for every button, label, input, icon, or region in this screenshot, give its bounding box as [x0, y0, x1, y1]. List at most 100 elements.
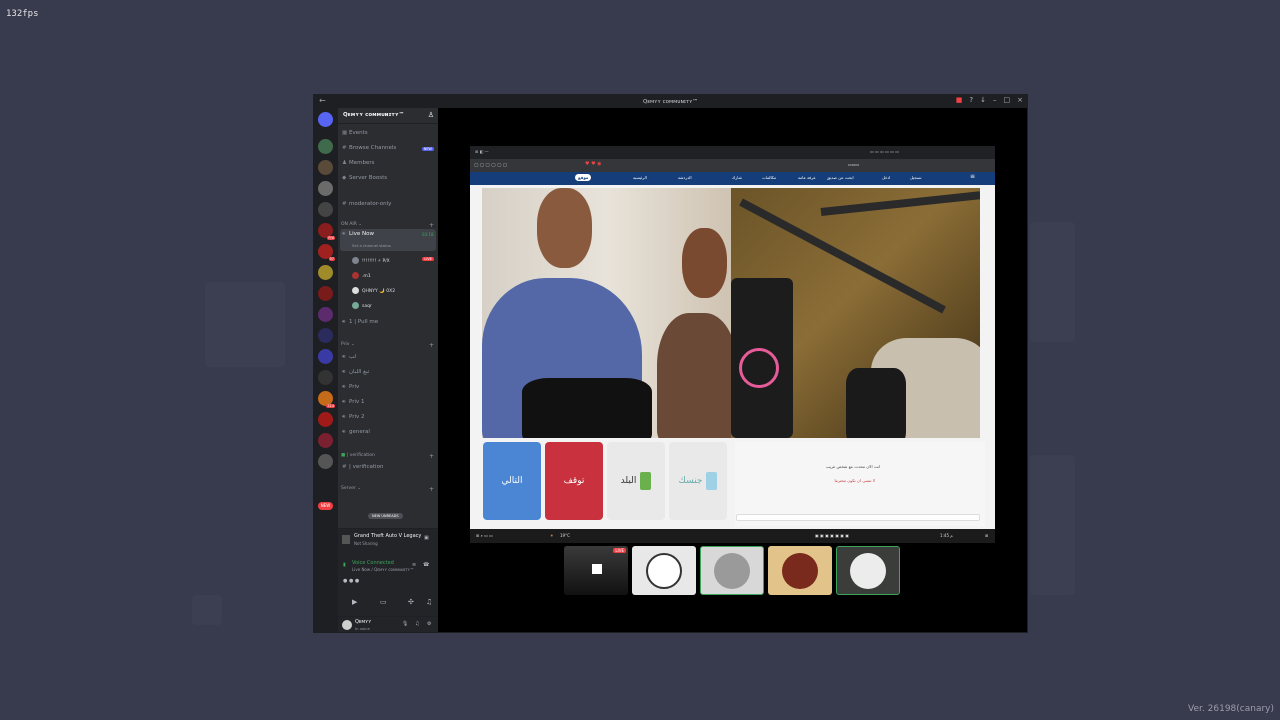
- new-unreads-pill[interactable]: NEW UNREADS: [368, 513, 403, 519]
- server-icon[interactable]: [318, 328, 333, 343]
- sidebar-item-browse-channels[interactable]: # Browse Channels: [342, 145, 396, 151]
- category-on-air[interactable]: ON AIR ⌄ +: [341, 222, 434, 229]
- sidebar-item-server-boosts[interactable]: ◆ Server Boosts: [342, 175, 387, 181]
- server-icon[interactable]: [318, 265, 333, 280]
- settings-gear-icon[interactable]: ⚙: [427, 621, 431, 627]
- hash-icon: #: [342, 201, 347, 207]
- server-icon[interactable]: 214: [318, 391, 335, 408]
- game-status: Not Sharing: [354, 541, 378, 546]
- voice-channel[interactable]: 🔊︎ لب: [342, 354, 356, 361]
- title-bar: ← Qᴇᴍʏʏ ᴄᴏᴍᴍᴜɴɪᴛʏ™ ■ ? ↓ – □ ×: [314, 95, 1027, 108]
- site-nav-link: ابحث عن صديق: [827, 175, 854, 180]
- site-nav-link: تسجيل: [910, 175, 922, 180]
- voice-user[interactable]: !!!!!!!! ⚡ P/X: [352, 257, 390, 264]
- voice-avatars: ● ● ●: [343, 578, 360, 584]
- site-nav: موقع الرئيسية الدردشة شارك مكالمات غرفة …: [470, 172, 995, 185]
- extension-icons: ♥ ♥ ◉: [585, 161, 602, 167]
- share-icon[interactable]: ▣: [424, 535, 429, 541]
- add-channel-icon[interactable]: +: [429, 486, 434, 493]
- server-icon[interactable]: [318, 181, 333, 196]
- window-title: Qᴇᴍʏʏ ᴄᴏᴍᴍᴜɴɪᴛʏ™: [642, 98, 699, 105]
- disconnect-icon[interactable]: ☎: [423, 562, 429, 568]
- sidebar-item-events[interactable]: ▦ Events: [342, 130, 368, 136]
- server-icon[interactable]: [318, 160, 333, 175]
- add-channel-icon[interactable]: +: [429, 342, 434, 349]
- participant-tile[interactable]: [836, 546, 900, 595]
- server-icon[interactable]: [318, 307, 333, 322]
- server-icon[interactable]: [318, 370, 333, 385]
- voice-user[interactable]: QHNYY 🌙 0X2: [352, 287, 395, 294]
- channel-moderator-only[interactable]: # moderator-only: [342, 201, 391, 207]
- calendar-icon: ▦: [342, 130, 348, 136]
- help-icon[interactable]: ?: [969, 96, 973, 104]
- game-icon: [342, 535, 350, 544]
- home-icon[interactable]: [318, 112, 333, 127]
- shared-screen[interactable]: ⊞ ◧ — ▭ ▭ ▭ ▭ ▭ ▭ ◯ ◯ ◯ ◯ ◯ ◯ ♥ ♥ ◉ ▭▭▭ …: [470, 146, 995, 543]
- members-icon: ♟: [342, 160, 347, 166]
- server-icon[interactable]: [318, 202, 333, 217]
- minimize-button[interactable]: –: [993, 96, 997, 104]
- server-icon[interactable]: [318, 433, 333, 448]
- server-rail: P/X 97 214 NEW: [314, 108, 338, 632]
- screen-share-icon[interactable]: ▭: [380, 598, 387, 606]
- site-nav-link: شارك: [732, 175, 742, 180]
- stream-view[interactable]: ⊞ ◧ — ▭ ▭ ▭ ▭ ▭ ▭ ◯ ◯ ◯ ◯ ◯ ◯ ♥ ♥ ◉ ▭▭▭ …: [438, 108, 1027, 632]
- next-button: التالي: [483, 442, 541, 520]
- add-channel-icon[interactable]: +: [429, 453, 434, 460]
- maximize-button[interactable]: □: [1004, 96, 1011, 104]
- voice-channel-name[interactable]: Live Now / Qᴇᴍʏʏ ᴄᴏᴍᴍᴜɴɪᴛʏ™: [352, 567, 414, 572]
- microphone-icon[interactable]: 🎙︎: [402, 621, 408, 627]
- speaker-icon: 🔊︎: [342, 369, 346, 375]
- add-member-icon[interactable]: ♙: [428, 111, 434, 119]
- channel-status[interactable]: Set a channel status: [352, 243, 391, 248]
- voice-channel[interactable]: 🔊︎ general: [342, 429, 370, 436]
- server-icon[interactable]: 97: [318, 244, 335, 261]
- signal-icon[interactable]: ▮: [343, 562, 346, 568]
- new-server-badge[interactable]: NEW: [318, 502, 333, 510]
- category-verification[interactable]: ■ | verification +: [341, 453, 434, 460]
- inbox-icon[interactable]: ■: [956, 96, 963, 104]
- speaker-icon: 🔊︎: [342, 354, 346, 360]
- participant-tile[interactable]: [700, 546, 764, 595]
- video-icon[interactable]: ▶: [352, 598, 357, 606]
- server-icon[interactable]: P/X: [318, 223, 335, 240]
- close-button[interactable]: ×: [1017, 96, 1023, 104]
- add-channel-icon[interactable]: +: [429, 222, 434, 229]
- participant-tile-stream[interactable]: LIVE: [564, 546, 628, 595]
- server-icon[interactable]: [318, 286, 333, 301]
- server-icon[interactable]: [318, 454, 333, 469]
- voice-channel[interactable]: 🔊︎ تبغ اللبان: [342, 369, 369, 376]
- server-name-header[interactable]: Qᴇᴍʏʏ ᴄᴏᴍᴍᴜɴɪᴛʏ™ ♙: [338, 108, 438, 124]
- person-figure: [537, 188, 592, 268]
- server-icon[interactable]: [318, 349, 333, 364]
- voice-channel[interactable]: 🔊︎ Priv: [342, 384, 359, 391]
- soundboard-icon[interactable]: ♫: [426, 598, 432, 606]
- server-icon[interactable]: [318, 412, 333, 427]
- participant-tile[interactable]: [768, 546, 832, 595]
- voice-user[interactable]: saqr: [352, 302, 372, 309]
- sidebar-item-members[interactable]: ♟ Members: [342, 160, 375, 166]
- headphones-icon[interactable]: ♫: [415, 621, 419, 627]
- taskbar-apps: ▣ ▣ ▣ ▣ ▣ ▣ ▣: [815, 533, 850, 538]
- download-icon[interactable]: ↓: [980, 96, 986, 104]
- category-server[interactable]: Server ⌄ +: [341, 486, 434, 493]
- channel-pull-me[interactable]: 🔊︎ 1 | Pull me: [342, 319, 378, 326]
- avatar: [352, 257, 359, 264]
- speaker-icon: 🔊︎: [342, 319, 346, 325]
- site-nav-link: الرئيسية: [633, 175, 647, 180]
- window-controls: ■ ? ↓ – □ ×: [956, 96, 1023, 104]
- channel-verification[interactable]: # | verification: [342, 464, 383, 470]
- voice-channel[interactable]: 🔊︎ Priv 2: [342, 414, 365, 421]
- server-name: Qᴇᴍʏʏ ᴄᴏᴍᴍᴜɴɪᴛʏ™: [343, 112, 405, 118]
- microphone-sticker: [739, 348, 779, 388]
- activities-icon[interactable]: ✣: [408, 598, 414, 606]
- server-icon[interactable]: [318, 139, 333, 154]
- avatar: [646, 552, 682, 589]
- noise-suppression-icon[interactable]: ≋: [412, 562, 416, 568]
- category-priv[interactable]: Priv ⌄ +: [341, 342, 434, 349]
- voice-channel[interactable]: 🔊︎ Priv 1: [342, 399, 365, 406]
- site-nav-link: مكالمات: [762, 175, 777, 180]
- participant-tile[interactable]: [632, 546, 696, 595]
- voice-user[interactable]: .m1: [352, 272, 371, 279]
- avatar[interactable]: [342, 620, 352, 630]
